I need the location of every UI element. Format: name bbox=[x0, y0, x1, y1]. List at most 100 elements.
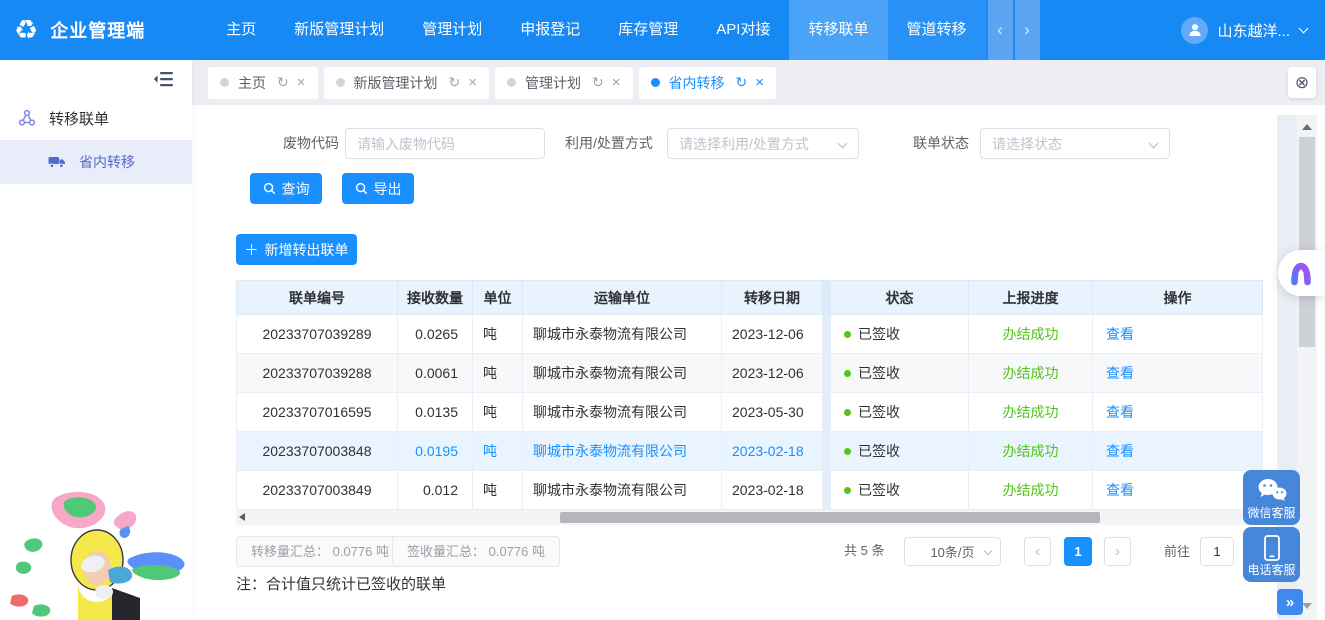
fixed-column-divider bbox=[823, 432, 831, 471]
add-outbound-manifest-button[interactable]: ＋ 新增转出联单 bbox=[236, 234, 357, 265]
goto-page-input[interactable] bbox=[1200, 537, 1234, 566]
nav-item-pipeline-transfer[interactable]: 管道转移 bbox=[888, 0, 986, 60]
user-icon bbox=[1187, 22, 1203, 38]
close-all-tabs-button[interactable]: ⊗ bbox=[1288, 67, 1316, 98]
vertical-scrollbar[interactable] bbox=[1297, 115, 1317, 620]
query-button[interactable]: 查询 bbox=[250, 173, 322, 204]
view-link[interactable]: 查看 bbox=[1106, 326, 1134, 342]
table-row[interactable]: 20233707039289 0.0265 吨 聊城市永泰物流有限公司 2023… bbox=[237, 315, 1263, 354]
table-row-highlighted[interactable]: 20233707003848 0.0195 吨 聊城市永泰物流有限公司 2023… bbox=[237, 432, 1263, 471]
manifest-status-label: 联单状态 bbox=[913, 128, 969, 158]
status-text: 已签收 bbox=[858, 326, 900, 342]
nav-item-mgmt-plan[interactable]: 管理计划 bbox=[403, 0, 501, 60]
decorative-illustration bbox=[0, 488, 192, 620]
close-icon[interactable]: × bbox=[755, 74, 764, 91]
table-row[interactable]: 20233707039288 0.0061 吨 聊城市永泰物流有限公司 2023… bbox=[237, 354, 1263, 393]
vertical-scrollbar-thumb[interactable] bbox=[1299, 137, 1315, 347]
user-menu[interactable]: 山东越洋... bbox=[1181, 17, 1325, 44]
sidebar-item-transfer-manifest[interactable]: 转移联单 bbox=[0, 96, 192, 140]
status-dot-icon bbox=[844, 409, 851, 416]
cell-manifest-id: 20233707003849 bbox=[237, 471, 398, 510]
page-size-select[interactable]: 10条/页 bbox=[904, 537, 1001, 566]
expand-panel-button[interactable]: » bbox=[1277, 589, 1303, 615]
cell-report-progress: 办结成功 bbox=[969, 393, 1093, 432]
add-button-label: 新增转出联单 bbox=[265, 240, 349, 260]
horizontal-scrollbar[interactable] bbox=[236, 510, 1262, 525]
next-page-button[interactable]: › bbox=[1104, 537, 1131, 566]
view-link[interactable]: 查看 bbox=[1106, 365, 1134, 381]
tab-home[interactable]: 主页 ↻ × bbox=[208, 67, 318, 99]
cell-manifest-id: 20233707039289 bbox=[237, 315, 398, 354]
main-content: 废物代码 利用/处置方式 请选择利用/处置方式 联单状态 请选择状态 查询 bbox=[192, 105, 1325, 620]
prev-page-button[interactable]: ‹ bbox=[1024, 537, 1051, 566]
refresh-icon[interactable]: ↻ bbox=[277, 74, 289, 91]
nav-item-new-mgmt-plan[interactable]: 新版管理计划 bbox=[275, 0, 403, 60]
horizontal-scrollbar-thumb[interactable] bbox=[560, 512, 1100, 523]
nav-item-inventory[interactable]: 库存管理 bbox=[599, 0, 697, 60]
sidebar-item-intra-province-transfer[interactable]: 省内转移 bbox=[0, 140, 192, 184]
col-header-received-qty: 接收数量 bbox=[398, 281, 473, 315]
export-button[interactable]: 导出 bbox=[342, 173, 414, 204]
cell-actions: 查看 bbox=[1093, 471, 1263, 510]
wechat-support-button[interactable]: 微信客服 bbox=[1243, 470, 1300, 525]
cell-received-qty: 0.0135 bbox=[398, 393, 473, 432]
tab-bar: 主页 ↻ × 新版管理计划 ↻ × 管理计划 ↻ × 省内转移 ↻ × ⊗ bbox=[192, 60, 1325, 105]
view-link[interactable]: 查看 bbox=[1106, 482, 1134, 498]
col-header-actions: 操作 bbox=[1093, 281, 1263, 315]
tab-new-mgmt-plan[interactable]: 新版管理计划 ↻ × bbox=[324, 67, 490, 99]
nav-item-declare[interactable]: 申报登记 bbox=[501, 0, 599, 60]
nav-item-api[interactable]: API对接 bbox=[697, 0, 789, 60]
nav-scroll-right-icon[interactable]: › bbox=[1015, 0, 1040, 60]
cell-received-qty: 0.0061 bbox=[398, 354, 473, 393]
close-icon[interactable]: × bbox=[297, 74, 306, 91]
status-dot-icon bbox=[844, 331, 851, 338]
cell-received-qty: 0.0265 bbox=[398, 315, 473, 354]
tab-intra-province-transfer[interactable]: 省内转移 ↻ × bbox=[639, 67, 777, 99]
status-dot-icon bbox=[844, 448, 851, 455]
collapse-sidebar-icon[interactable] bbox=[153, 70, 175, 91]
waste-code-input[interactable] bbox=[345, 128, 545, 159]
status-text: 已签收 bbox=[858, 482, 900, 498]
manifest-status-select[interactable]: 请选择状态 bbox=[980, 128, 1170, 159]
assistant-widget-button[interactable] bbox=[1278, 250, 1325, 296]
view-link[interactable]: 查看 bbox=[1106, 404, 1134, 420]
sidebar-menu: 转移联单 省内转移 bbox=[0, 96, 192, 184]
cell-unit: 吨 bbox=[473, 315, 523, 354]
nav-scroll-left-icon[interactable]: ‹ bbox=[988, 0, 1013, 60]
col-header-transfer-date: 转移日期 bbox=[722, 281, 823, 315]
table-row[interactable]: 20233707003849 0.012 吨 聊城市永泰物流有限公司 2023-… bbox=[237, 471, 1263, 510]
table-row[interactable]: 20233707016595 0.0135 吨 聊城市永泰物流有限公司 2023… bbox=[237, 393, 1263, 432]
chevron-down-icon bbox=[984, 547, 992, 555]
view-link[interactable]: 查看 bbox=[1106, 443, 1134, 459]
cell-transfer-date: 2023-02-18 bbox=[722, 432, 823, 471]
search-icon bbox=[263, 182, 276, 195]
refresh-icon[interactable]: ↻ bbox=[736, 74, 748, 91]
scroll-left-icon[interactable] bbox=[239, 513, 245, 521]
fixed-column-divider bbox=[823, 471, 831, 510]
disposal-method-select[interactable]: 请选择利用/处置方式 bbox=[667, 128, 859, 159]
cell-unit: 吨 bbox=[473, 471, 523, 510]
scroll-up-icon[interactable] bbox=[1302, 124, 1312, 130]
status-text: 已签收 bbox=[858, 443, 900, 459]
refresh-icon[interactable]: ↻ bbox=[449, 74, 461, 91]
nav-item-transfer-manifest[interactable]: 转移联单 bbox=[789, 0, 887, 60]
page-size-value: 10条/页 bbox=[930, 542, 974, 561]
close-icon[interactable]: × bbox=[468, 74, 477, 91]
phone-support-button[interactable]: 电话客服 bbox=[1243, 527, 1300, 582]
tab-mgmt-plan[interactable]: 管理计划 ↻ × bbox=[495, 67, 633, 99]
tab-dot-icon bbox=[336, 78, 345, 87]
chevron-down-icon bbox=[1149, 139, 1159, 149]
tab-label: 主页 bbox=[238, 73, 266, 93]
manifest-table: 联单编号 接收数量 单位 运输单位 转移日期 状态 上报进度 操作 202337… bbox=[236, 280, 1263, 510]
page-number-1[interactable]: 1 bbox=[1064, 537, 1092, 566]
col-header-transporter: 运输单位 bbox=[523, 281, 722, 315]
nav-item-home[interactable]: 主页 bbox=[207, 0, 275, 60]
cell-manifest-id: 20233707016595 bbox=[237, 393, 398, 432]
close-icon[interactable]: × bbox=[612, 74, 621, 91]
refresh-icon[interactable]: ↻ bbox=[592, 74, 604, 91]
tab-label: 管理计划 bbox=[525, 73, 581, 93]
app-window: ♻ 企业管理端 主页 新版管理计划 管理计划 申报登记 库存管理 API对接 转… bbox=[0, 0, 1325, 620]
cell-transfer-date: 2023-12-06 bbox=[722, 354, 823, 393]
scroll-down-icon[interactable] bbox=[1302, 603, 1312, 609]
cell-manifest-id: 20233707039288 bbox=[237, 354, 398, 393]
